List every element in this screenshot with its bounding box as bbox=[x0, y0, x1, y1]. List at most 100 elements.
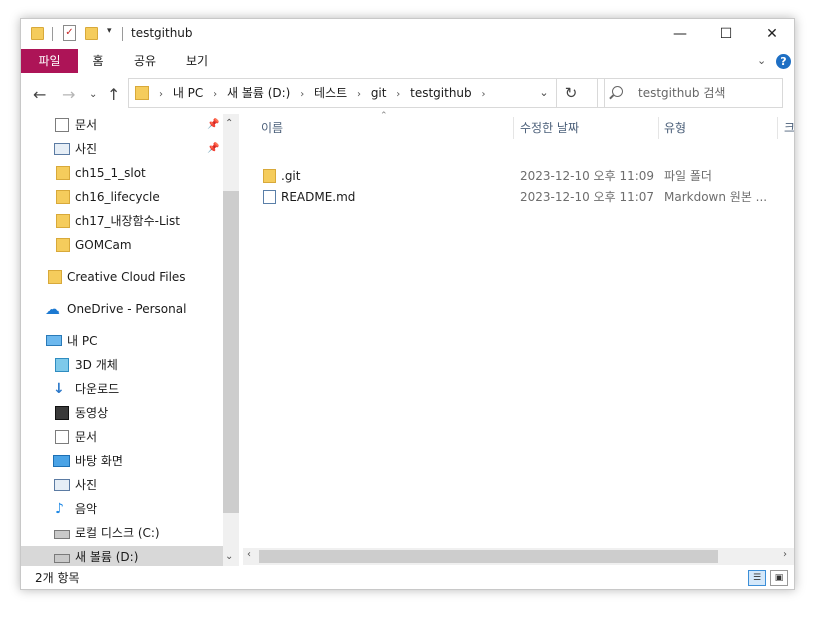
tab-share[interactable]: 공유 bbox=[125, 49, 165, 73]
folder-icon bbox=[56, 238, 70, 252]
file-row[interactable]: README.md 2023-12-10 오후 11:07 Markdown 원… bbox=[243, 187, 794, 208]
column-header-modified[interactable]: 수정한 날짜 bbox=[520, 114, 579, 142]
nav-item-desktop[interactable]: 바탕 화면 bbox=[21, 450, 239, 472]
file-row[interactable]: .git 2023-12-10 오후 11:09 파일 폴더 bbox=[243, 166, 794, 187]
chevron-right-icon[interactable]: › bbox=[213, 81, 217, 109]
folder-icon bbox=[56, 166, 70, 180]
qat-dropdown-icon[interactable]: ▾ bbox=[107, 26, 112, 36]
file-modified: 2023-12-10 오후 11:09 bbox=[520, 169, 655, 183]
forward-icon[interactable]: → bbox=[62, 85, 75, 104]
chevron-right-icon: › bbox=[159, 89, 163, 100]
nav-item-label: 문서 bbox=[75, 430, 98, 444]
column-divider[interactable] bbox=[513, 117, 514, 139]
chevron-right-icon[interactable]: › bbox=[396, 81, 400, 109]
crumb-test[interactable]: 테스트 bbox=[314, 79, 347, 107]
drive-icon bbox=[54, 554, 70, 563]
column-divider[interactable] bbox=[658, 117, 659, 139]
nav-item-creative-cloud[interactable]: Creative Cloud Files bbox=[21, 266, 239, 288]
recent-dropdown-icon[interactable]: ⌄ bbox=[89, 89, 97, 100]
file-type: 파일 폴더 bbox=[664, 169, 712, 183]
pictures-icon bbox=[54, 143, 70, 155]
item-count: 2개 항목 bbox=[35, 571, 80, 585]
file-list: ⌃ 이름 수정한 날짜 유형 크 .git 2023-12-10 오후 11:0… bbox=[243, 111, 794, 548]
crumb-testgithub[interactable]: testgithub bbox=[410, 79, 472, 107]
nav-item-gomcam[interactable]: GOMCam bbox=[21, 234, 239, 256]
nav-item-music[interactable]: ♪ 음악 bbox=[21, 498, 239, 520]
minimize-button[interactable]: — bbox=[657, 19, 703, 49]
nav-item-label: 바탕 화면 bbox=[75, 454, 123, 468]
crumb-this-pc[interactable]: 내 PC bbox=[173, 79, 203, 107]
nav-item-pictures[interactable]: 사진 bbox=[21, 474, 239, 496]
scroll-up-icon[interactable]: ⌃ bbox=[225, 118, 233, 129]
window-title: testgithub bbox=[131, 26, 193, 40]
column-header-name[interactable]: 이름 bbox=[261, 114, 283, 142]
nav-item-videos[interactable]: 동영상 bbox=[21, 402, 239, 424]
video-icon bbox=[55, 406, 69, 420]
chevron-right-icon[interactable]: › bbox=[300, 81, 304, 109]
nav-item-pictures-quick[interactable]: 사진 📌 bbox=[21, 138, 239, 160]
details-view-icon[interactable]: ☰ bbox=[748, 570, 766, 586]
desktop-icon bbox=[53, 455, 70, 467]
tab-home[interactable]: 홈 bbox=[81, 49, 115, 73]
folder-icon bbox=[135, 86, 149, 100]
content-scrollbar-thumb[interactable] bbox=[259, 550, 718, 563]
pin-icon: 📌 bbox=[207, 143, 220, 154]
chevron-right-icon[interactable]: › bbox=[481, 81, 485, 109]
nav-item-this-pc[interactable]: 내 PC bbox=[21, 330, 239, 352]
status-bar: 2개 항목 ☰ ▣ bbox=[21, 566, 794, 589]
folder-icon bbox=[263, 169, 276, 183]
markdown-file-icon bbox=[263, 190, 276, 204]
scroll-down-icon[interactable]: ⌄ bbox=[225, 551, 233, 562]
pc-icon bbox=[46, 335, 62, 346]
column-header-size[interactable]: 크 bbox=[784, 114, 794, 142]
nav-item-ch15[interactable]: ch15_1_slot bbox=[21, 162, 239, 184]
search-box[interactable]: testgithub 검색 bbox=[597, 78, 783, 108]
navigation-pane: 문서 📌 사진 📌 ch15_1_slot ch16_lifecycle ch1… bbox=[21, 114, 239, 566]
nav-item-3d-objects[interactable]: 3D 개체 bbox=[21, 354, 239, 376]
nav-item-onedrive[interactable]: ☁ OneDrive - Personal bbox=[21, 298, 239, 320]
file-name: .git bbox=[281, 169, 301, 183]
large-icons-view-icon[interactable]: ▣ bbox=[770, 570, 788, 586]
nav-item-ch17[interactable]: ch17_내장함수-List bbox=[21, 210, 239, 232]
up-icon[interactable]: ↑ bbox=[107, 85, 120, 104]
ribbon-expand-icon[interactable]: ⌄ bbox=[757, 54, 766, 67]
nav-item-drive-d[interactable]: 새 볼륨 (D:) bbox=[21, 546, 239, 566]
search-icon bbox=[612, 86, 623, 97]
nav-scrollbar-thumb[interactable] bbox=[223, 191, 239, 513]
scroll-right-icon[interactable]: › bbox=[783, 549, 787, 560]
pictures-icon bbox=[54, 479, 70, 491]
back-icon[interactable]: ← bbox=[33, 85, 46, 104]
refresh-icon[interactable]: ↻ bbox=[556, 79, 585, 107]
sort-ascending-icon: ⌃ bbox=[380, 111, 388, 121]
drive-icon bbox=[54, 530, 70, 539]
chevron-right-icon[interactable]: › bbox=[357, 81, 361, 109]
new-folder-icon[interactable] bbox=[85, 27, 98, 40]
maximize-button[interactable]: ☐ bbox=[703, 19, 749, 49]
address-dropdown-icon[interactable]: ⌄ bbox=[533, 79, 555, 107]
nav-item-documents-quick[interactable]: 문서 📌 bbox=[21, 114, 239, 136]
creative-cloud-icon bbox=[48, 270, 62, 284]
scroll-left-icon[interactable]: ‹ bbox=[247, 549, 251, 560]
tab-view[interactable]: 보기 bbox=[177, 49, 217, 73]
nav-item-label: 사진 bbox=[75, 142, 98, 156]
nav-item-label: ch17_내장함수-List bbox=[75, 214, 180, 228]
column-divider[interactable] bbox=[777, 117, 778, 139]
column-header-type[interactable]: 유형 bbox=[664, 114, 686, 142]
help-icon[interactable]: ? bbox=[776, 54, 791, 69]
tab-file[interactable]: 파일 bbox=[21, 49, 78, 73]
crumb-drive-d[interactable]: 새 볼륨 (D:) bbox=[227, 79, 290, 107]
address-bar[interactable]: › 내 PC › 새 볼륨 (D:) › 테스트 › git › testgit… bbox=[128, 78, 605, 108]
crumb-git[interactable]: git bbox=[371, 79, 387, 107]
nav-item-label: 사진 bbox=[75, 478, 98, 492]
properties-icon[interactable]: ✓ bbox=[63, 25, 76, 41]
nav-item-label: Creative Cloud Files bbox=[67, 270, 186, 284]
file-type: Markdown 원본 ... bbox=[664, 190, 768, 204]
folder-icon[interactable] bbox=[31, 27, 44, 40]
close-button[interactable]: ✕ bbox=[749, 19, 794, 49]
nav-item-ch16[interactable]: ch16_lifecycle bbox=[21, 186, 239, 208]
nav-item-downloads[interactable]: ↓ 다운로드 bbox=[21, 378, 239, 400]
nav-item-drive-c[interactable]: 로컬 디스크 (C:) bbox=[21, 522, 239, 544]
nav-item-label: OneDrive - Personal bbox=[67, 302, 187, 316]
nav-item-documents[interactable]: 문서 bbox=[21, 426, 239, 448]
nav-item-label: 로컬 디스크 (C:) bbox=[75, 526, 160, 540]
